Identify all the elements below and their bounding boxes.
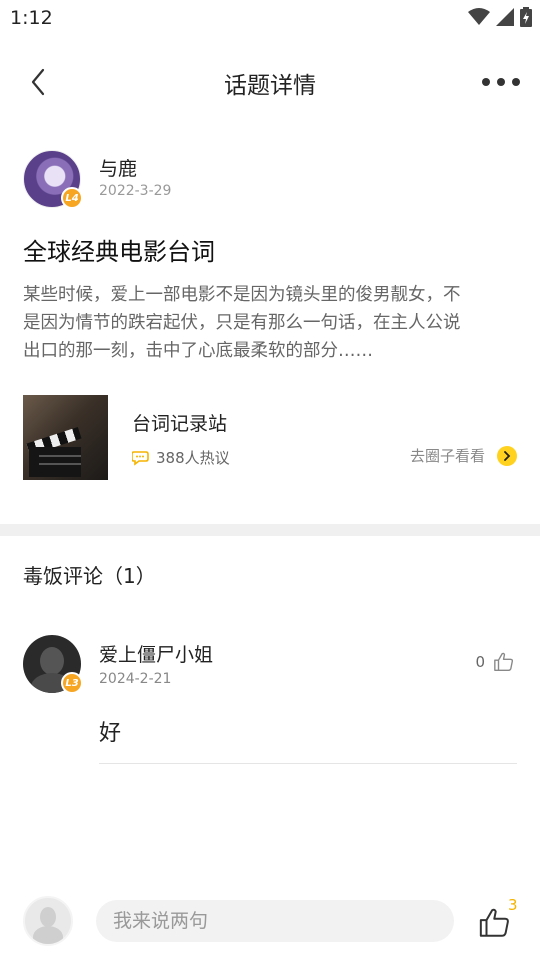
comment-item: L3 爱上僵尸小姐 2024-2-21 0 好	[23, 635, 517, 765]
nav-bar: 话题详情	[0, 50, 540, 114]
thumbs-up-icon	[494, 652, 514, 671]
commenter-name[interactable]: 爱上僵尸小姐	[99, 640, 213, 667]
chevron-right-icon	[497, 445, 517, 466]
more-icon-dot	[482, 78, 490, 86]
level-badge: L3	[61, 672, 83, 694]
chat-bubble-icon	[132, 450, 149, 466]
section-divider	[0, 524, 540, 536]
topic-body-line: 出口的那一刻，击中了心底最柔软的部分……	[23, 341, 373, 361]
level-badge: L4	[61, 187, 83, 209]
comments-heading: 毒饭评论（1）	[23, 564, 156, 588]
go-to-circle-label: 去圈子看看	[409, 447, 485, 465]
clapperboard-body	[29, 447, 81, 477]
circle-stat: 388人热议	[132, 447, 230, 468]
clapperboard-line	[39, 455, 81, 457]
topic-author: L4 与鹿 2022-3-29	[23, 150, 503, 210]
comment-date: 2024-2-21	[99, 671, 172, 687]
clapperboard-line	[39, 463, 81, 465]
topic-body-line: 某些时候，爱上一部电影不是因为镜头里的俊男靓女，不	[23, 285, 461, 305]
page-title: 话题详情	[224, 73, 316, 99]
circle-thumbnail[interactable]	[23, 395, 108, 480]
more-icon-dot	[497, 78, 505, 86]
status-icons	[468, 7, 532, 31]
thumbs-up-icon	[479, 908, 509, 937]
avatar-head	[40, 907, 56, 927]
author-avatar-wrap[interactable]: L4	[23, 150, 83, 209]
more-button[interactable]	[482, 72, 520, 92]
more-icon-dot	[512, 78, 520, 86]
author-date: 2022-3-29	[99, 183, 172, 199]
status-bar: 1:12	[0, 0, 540, 36]
circle-name[interactable]: 台词记录站	[132, 409, 227, 436]
topic-body: 某些时候，爱上一部电影不是因为镜头里的俊男靓女，不 是因为情节的跌宕起伏，只是有…	[23, 281, 517, 365]
author-name[interactable]: 与鹿	[99, 154, 137, 181]
status-time: 1:12	[10, 7, 53, 29]
comment-input[interactable]	[96, 900, 454, 942]
circle-stat-text: 388人热议	[156, 449, 230, 467]
comment-like-count: 0	[475, 653, 485, 671]
bottom-bar: 3	[0, 890, 540, 960]
topic-body-line: 是因为情节的跌宕起伏，只是有那么一句话，在主人公说	[23, 313, 461, 333]
comment-like-button[interactable]: 0	[475, 651, 515, 673]
topic-like-count: 3	[508, 896, 518, 914]
signal-icon	[496, 8, 514, 30]
go-to-circle-link[interactable]: 去圈子看看	[410, 445, 517, 466]
wifi-icon	[468, 8, 490, 30]
avatar-head	[40, 647, 64, 675]
avatar-shoulders	[33, 926, 63, 944]
circle-card[interactable]: 台词记录站 388人热议 去圈子看看	[23, 395, 517, 481]
my-avatar[interactable]	[23, 896, 73, 946]
comment-text: 好	[99, 721, 122, 746]
battery-icon	[520, 7, 532, 31]
comment-divider	[99, 763, 517, 764]
topic-title: 全球经典电影台词	[23, 238, 215, 266]
